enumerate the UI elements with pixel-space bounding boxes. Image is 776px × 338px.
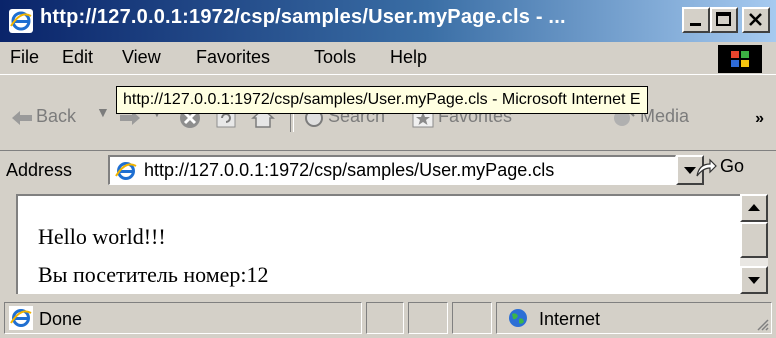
maximize-button[interactable] — [710, 7, 738, 33]
status-text: Done — [39, 309, 83, 329]
scroll-down-arrow-icon — [748, 277, 760, 284]
page-content: Hello world!!! Вы посетитель номер:12 — [16, 194, 740, 294]
title-tooltip: http://127.0.0.1:1972/csp/samples/User.m… — [116, 86, 648, 114]
vertical-scrollbar[interactable] — [740, 194, 768, 294]
go-button[interactable]: Go — [696, 156, 745, 177]
ie-logo-icon — [9, 9, 33, 33]
hello-text: Hello world!!! — [38, 224, 166, 249]
back-dropdown-icon[interactable]: ▼ — [96, 104, 110, 120]
window-title: http://127.0.0.1:1972/csp/samples/User.m… — [40, 6, 566, 28]
page-ie-icon — [114, 159, 138, 183]
address-input[interactable]: http://127.0.0.1:1972/csp/samples/User.m… — [108, 155, 676, 185]
zone-label: Internet — [539, 309, 601, 329]
toolbar-overflow-chevron[interactable]: » — [755, 110, 764, 128]
maximize-icon — [716, 12, 731, 26]
internet-globe-icon — [509, 309, 527, 327]
menu-file[interactable]: File — [10, 47, 39, 68]
go-label: Go — [720, 156, 745, 176]
address-url: http://127.0.0.1:1972/csp/samples/User.m… — [144, 160, 555, 180]
scroll-up-arrow-icon — [748, 204, 760, 211]
windows-logo-throbber — [718, 45, 762, 73]
windows-flag-icon — [731, 51, 749, 67]
menu-edit[interactable]: Edit — [62, 47, 93, 68]
scroll-thumb[interactable] — [740, 222, 768, 258]
status-panel-1 — [366, 302, 404, 334]
browser-window: http://127.0.0.1:1972/csp/samples/User.m… — [0, 0, 776, 338]
back-arrow-icon — [12, 111, 32, 125]
status-panel-3 — [452, 302, 492, 334]
visitor-counter-text: Вы посетитель номер:12 — [38, 262, 269, 287]
close-icon — [749, 13, 762, 26]
status-zone-panel: Internet — [496, 302, 772, 334]
minimize-icon — [690, 23, 701, 26]
menu-view[interactable]: View — [122, 47, 161, 68]
done-page-icon — [9, 306, 33, 330]
menu-favorites[interactable]: Favorites — [196, 47, 270, 68]
title-bar[interactable]: http://127.0.0.1:1972/csp/samples/User.m… — [0, 0, 776, 42]
menu-help[interactable]: Help — [390, 47, 427, 68]
scroll-down-button[interactable] — [740, 266, 768, 294]
scroll-up-button[interactable] — [740, 194, 768, 222]
address-label: Address — [6, 160, 73, 180]
back-button[interactable]: Back — [36, 106, 76, 127]
minimize-button[interactable] — [682, 7, 710, 33]
menu-tools[interactable]: Tools — [314, 47, 356, 68]
go-arrow-icon — [696, 158, 717, 177]
status-main-panel: Done — [4, 302, 362, 334]
menu-bar: File Edit View Favorites Tools Help — [0, 42, 776, 75]
close-button[interactable] — [742, 7, 770, 33]
resize-grip-icon[interactable] — [755, 317, 769, 331]
status-panel-2 — [408, 302, 448, 334]
